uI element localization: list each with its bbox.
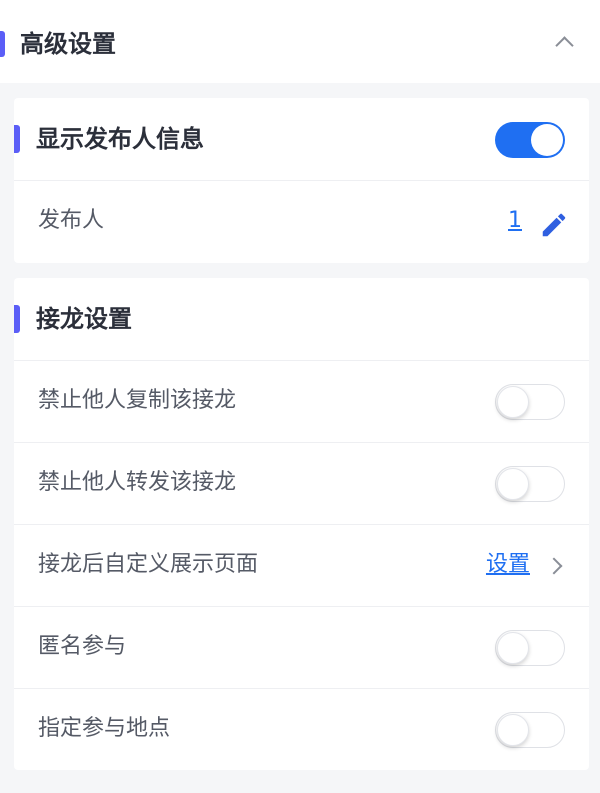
list-item: 禁止他人复制该接龙 [14, 360, 589, 442]
toggle-knob [497, 468, 529, 500]
location-label: 指定参与地点 [38, 716, 171, 741]
page-title: 高级设置 [20, 30, 116, 58]
publisher-section-header: 显示发布人信息 [14, 98, 589, 180]
publisher-value-link[interactable]: 1 [508, 206, 522, 236]
chevron-right-icon[interactable] [545, 557, 563, 575]
section-accent-bar [14, 125, 20, 153]
forbid-forward-label: 禁止他人转发该接龙 [38, 470, 237, 495]
publisher-label: 发布人 [38, 208, 105, 233]
list-item: 禁止他人转发该接龙 [14, 442, 589, 524]
forbid-forward-toggle[interactable] [495, 466, 565, 502]
list-item[interactable]: 接龙后自定义展示页面 设置 [14, 524, 589, 606]
list-item: 指定参与地点 [14, 688, 589, 770]
toggle-knob [497, 632, 529, 664]
advanced-settings-header[interactable]: 高级设置 [0, 0, 600, 83]
relay-section-title: 接龙设置 [36, 305, 132, 333]
anonymous-label: 匿名参与 [38, 634, 127, 659]
relay-settings-card: 接龙设置 禁止他人复制该接龙 禁止他人转发该接龙 接龙后自定义展示页面 设置 匿… [14, 278, 589, 770]
toggle-knob [497, 714, 529, 746]
custom-page-label: 接龙后自定义展示页面 [38, 552, 259, 577]
toggle-knob [531, 124, 563, 156]
forbid-copy-toggle[interactable] [495, 384, 565, 420]
publisher-card: 显示发布人信息 发布人 1 [14, 98, 589, 263]
location-toggle[interactable] [495, 712, 565, 748]
chevron-up-icon[interactable] [555, 36, 574, 55]
pencil-icon[interactable] [539, 210, 569, 240]
relay-section-header: 接龙设置 [14, 278, 589, 360]
bottom-divider [14, 770, 589, 793]
header-accent-bar [0, 31, 5, 57]
custom-page-settings-link[interactable]: 设置 [486, 550, 530, 580]
publisher-section-title: 显示发布人信息 [36, 125, 204, 153]
forbid-copy-label: 禁止他人复制该接龙 [38, 388, 237, 413]
toggle-knob [497, 386, 529, 418]
publisher-row: 发布人 1 [14, 180, 589, 262]
show-publisher-toggle[interactable] [495, 122, 565, 158]
section-accent-bar [14, 305, 20, 333]
list-item: 匿名参与 [14, 606, 589, 688]
anonymous-toggle[interactable] [495, 630, 565, 666]
